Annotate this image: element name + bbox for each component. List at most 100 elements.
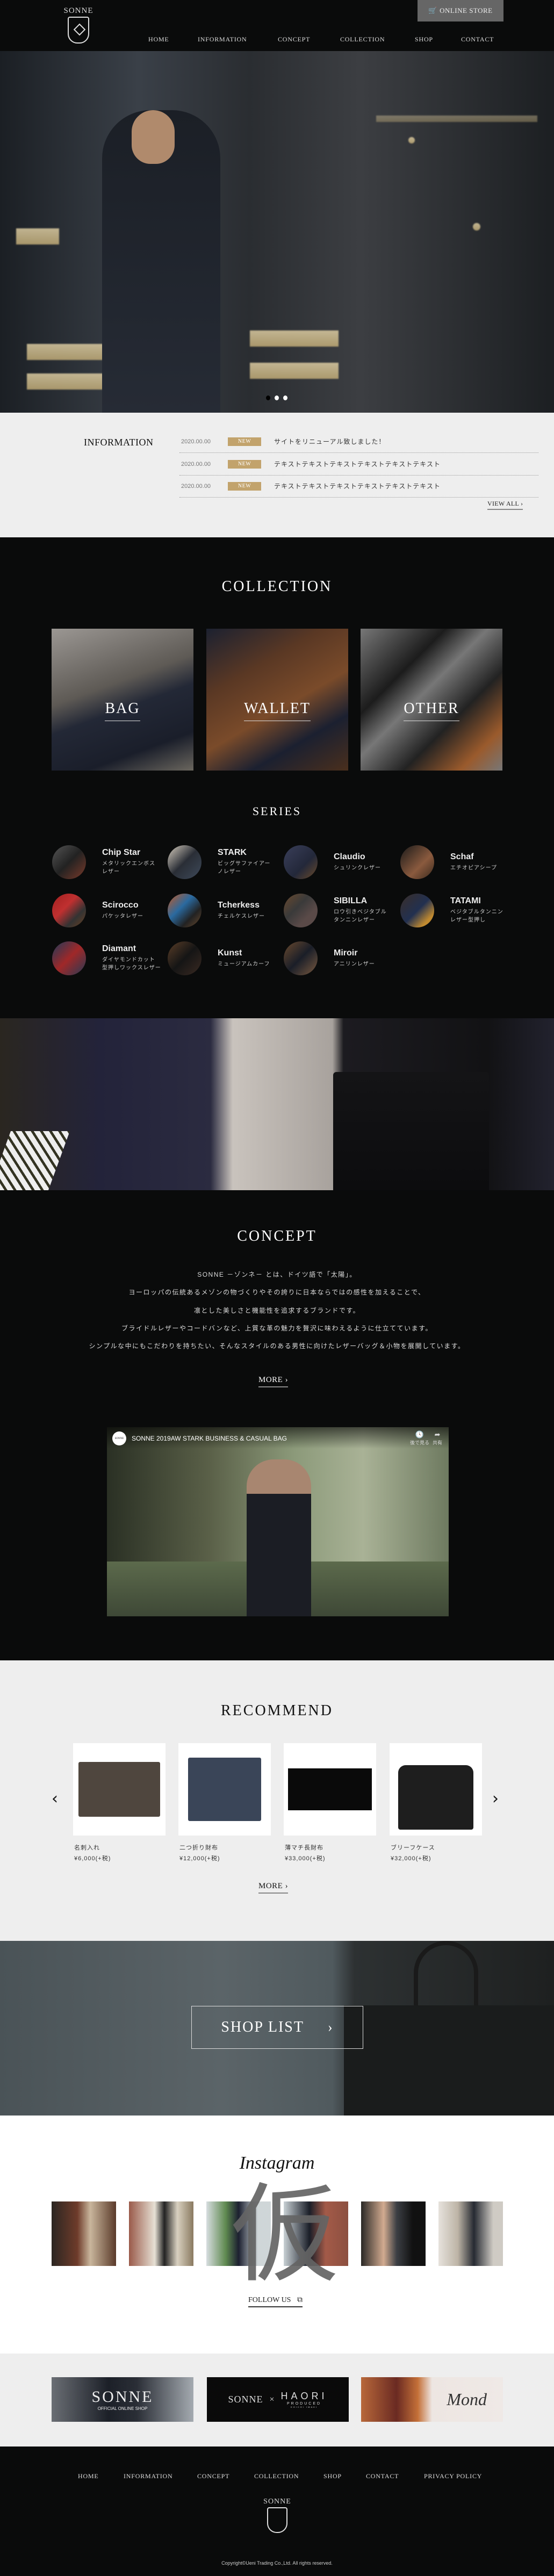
footer-nav-shop[interactable]: SHOP — [323, 2472, 342, 2480]
carousel-prev-arrow[interactable]: ‹ — [52, 1789, 58, 1808]
series-text: Schaf エチオピアシープ — [450, 852, 497, 872]
collection-label: BAG — [105, 700, 140, 721]
concept-title: CONCEPT — [237, 1228, 317, 1244]
news-text: サイトをリニューアル致しました！ — [274, 438, 386, 445]
collection-card-bag[interactable]: BAG — [52, 629, 193, 771]
view-all-label: VIEW ALL — [487, 500, 519, 507]
view-all-link[interactable]: VIEW ALL › — [487, 500, 523, 510]
banner-logo: Mond — [447, 2390, 487, 2409]
footer-nav-privacy-policy[interactable]: PRIVACY POLICY — [424, 2472, 482, 2480]
footer-nav-concept[interactable]: CONCEPT — [197, 2472, 229, 2480]
footer-nav-collection[interactable]: COLLECTION — [254, 2472, 299, 2480]
watch-later-button[interactable]: 🕓 後で見る — [410, 1430, 429, 1446]
series-text: Miroir アニリンレザー — [334, 948, 375, 968]
footer-nav-home[interactable]: HOME — [78, 2472, 99, 2480]
product-card[interactable] — [390, 1743, 482, 1836]
share-icon: ➦ — [434, 1430, 441, 1438]
more-label: MORE — [258, 1376, 283, 1384]
online-store-label: ONLINE STORE — [440, 6, 493, 15]
instagram-photo[interactable] — [129, 2201, 193, 2266]
series-item[interactable]: Tcherkess チェルケスレザー — [168, 893, 280, 928]
shop-list-button[interactable]: SHOP LIST › — [191, 2006, 363, 2049]
external-link-icon: ⧉ — [297, 2296, 303, 2304]
nav-collection[interactable]: COLLECTION — [340, 35, 385, 44]
product-card[interactable] — [73, 1743, 166, 1836]
chevron-right-icon: › — [327, 2019, 334, 2035]
series-thumbnail — [168, 845, 202, 879]
product-image — [398, 1765, 473, 1830]
nav-information[interactable]: INFORMATION — [198, 35, 247, 44]
slider-dot-1[interactable] — [266, 395, 270, 400]
series-item[interactable]: Kunst ミュージアムカーフ — [168, 940, 280, 976]
product-image — [288, 1768, 372, 1810]
news-item[interactable]: 2020.00.00 NEW テキストテキストテキストテキストテキストテキスト — [179, 475, 538, 498]
series-item[interactable]: SIBILLA ロウ引きベジタブル タンニンレザー — [284, 893, 397, 928]
footer-nav-information[interactable]: INFORMATION — [124, 2472, 172, 2480]
series-text: Kunst ミュージアムカーフ — [218, 948, 270, 968]
concept-more-link[interactable]: MORE › — [258, 1376, 289, 1387]
series-thumbnail — [52, 845, 86, 879]
banner-official-online-shop[interactable]: SONNE OFFICIAL ONLINE SHOP — [52, 2377, 193, 2422]
slider-dot-3[interactable] — [283, 395, 287, 400]
banner-mond[interactable]: Mond — [361, 2377, 503, 2422]
series-item[interactable]: STARK ビッグサファイアー ノレザー — [168, 844, 280, 880]
banner-logo: SONNE — [91, 2388, 154, 2406]
nav-concept[interactable]: CONCEPT — [278, 35, 310, 44]
series-thumbnail — [168, 893, 202, 927]
series-material: ビッグサファイアー ノレザー — [218, 861, 271, 875]
carousel-next-arrow[interactable]: › — [492, 1789, 499, 1808]
instagram-photo[interactable] — [438, 2201, 503, 2266]
instagram-logo-text: Instagram — [239, 2153, 315, 2173]
series-item[interactable]: TATAMI ベジタブルタンニン レザー型押し — [400, 893, 513, 928]
collection-title: COLLECTION — [221, 578, 333, 595]
product-image — [78, 1762, 160, 1817]
clock-icon: 🕓 — [415, 1430, 425, 1438]
recommend-more-link[interactable]: MORE › — [258, 1882, 289, 1894]
banner-logo: SONNE — [228, 2394, 263, 2405]
concept-line: SONNE －ゾンネ－ とは、ドイツ語で「太陽」。 — [197, 1271, 357, 1278]
footer-logo[interactable]: SONNE — [256, 2498, 299, 2533]
youtube-video-embed[interactable]: SONNE SONNE 2019AW STARK BUSINESS & CASU… — [107, 1427, 449, 1616]
chevron-right-icon: › — [521, 500, 523, 507]
instagram-photo[interactable] — [52, 2201, 116, 2266]
concept-line: 凛とした美しさと機能性を追求するブランドです。 — [193, 1307, 361, 1314]
banner-sonne-haori[interactable]: SONNE × HAORI PRODUCED KOICHI IWAKI — [207, 2377, 349, 2422]
product-card[interactable] — [178, 1743, 271, 1836]
series-name: Schaf — [450, 852, 474, 861]
series-item[interactable]: Chip Star メタリックエンボス レザー — [52, 844, 165, 880]
series-item[interactable]: Miroir アニリンレザー — [284, 940, 397, 976]
hero-slider[interactable] — [0, 51, 554, 413]
series-material: エチオピアシープ — [450, 865, 497, 871]
share-button[interactable]: ➦ 共有 — [433, 1430, 442, 1446]
footer-nav-contact[interactable]: CONTACT — [366, 2472, 399, 2480]
news-item[interactable]: 2020.00.00 NEW テキストテキストテキストテキストテキストテキスト — [179, 453, 538, 476]
news-item[interactable]: 2020.00.00 NEW サイトをリニューアル致しました！ — [179, 430, 538, 453]
recommend-title: RECOMMEND — [220, 1702, 333, 1719]
instagram-photo[interactable] — [361, 2201, 426, 2266]
nav-shop[interactable]: SHOP — [415, 35, 433, 44]
series-item[interactable]: Diamant ダイヤモンドカット 型押しワックスレザー — [52, 940, 165, 976]
series-material: ベジタブルタンニン レザー型押し — [450, 909, 503, 923]
logo-text: SONNE — [63, 6, 93, 15]
collection-card-other[interactable]: OTHER — [361, 629, 502, 771]
series-item[interactable]: Claudio シュリンクレザー — [284, 844, 397, 880]
channel-avatar[interactable]: SONNE — [112, 1431, 126, 1445]
product-card[interactable] — [284, 1743, 376, 1836]
series-item[interactable]: Schaf エチオピアシープ — [400, 844, 513, 880]
collection-card-wallet[interactable]: WALLET — [206, 629, 348, 771]
series-text: Tcherkess チェルケスレザー — [218, 901, 265, 920]
video-title[interactable]: SONNE 2019AW STARK BUSINESS & CASUAL BAG — [132, 1435, 287, 1442]
nav-contact[interactable]: CONTACT — [461, 35, 494, 44]
nav-home[interactable]: HOME — [148, 35, 169, 44]
news-date: 2020.00.00 — [181, 460, 211, 467]
series-material: パケッタレザー — [102, 913, 143, 919]
shop-list-label: SHOP LIST — [221, 2019, 304, 2035]
series-material: ダイヤモンドカット 型押しワックスレザー — [102, 957, 161, 971]
slider-dot-2[interactable] — [275, 395, 279, 400]
online-store-button[interactable]: 🛒 ONLINE STORE — [418, 0, 503, 21]
concept-line: シンプルな中にもこだわりを持ちたい、そんなスタイルのある男性に向けたレザーバッグ… — [89, 1342, 465, 1350]
series-item[interactable]: Scirocco パケッタレザー — [52, 893, 165, 928]
sonne-logo[interactable]: SONNE — [58, 6, 99, 45]
follow-us-link[interactable]: FOLLOW US ⧉ — [248, 2296, 303, 2307]
new-badge: NEW — [228, 459, 261, 469]
